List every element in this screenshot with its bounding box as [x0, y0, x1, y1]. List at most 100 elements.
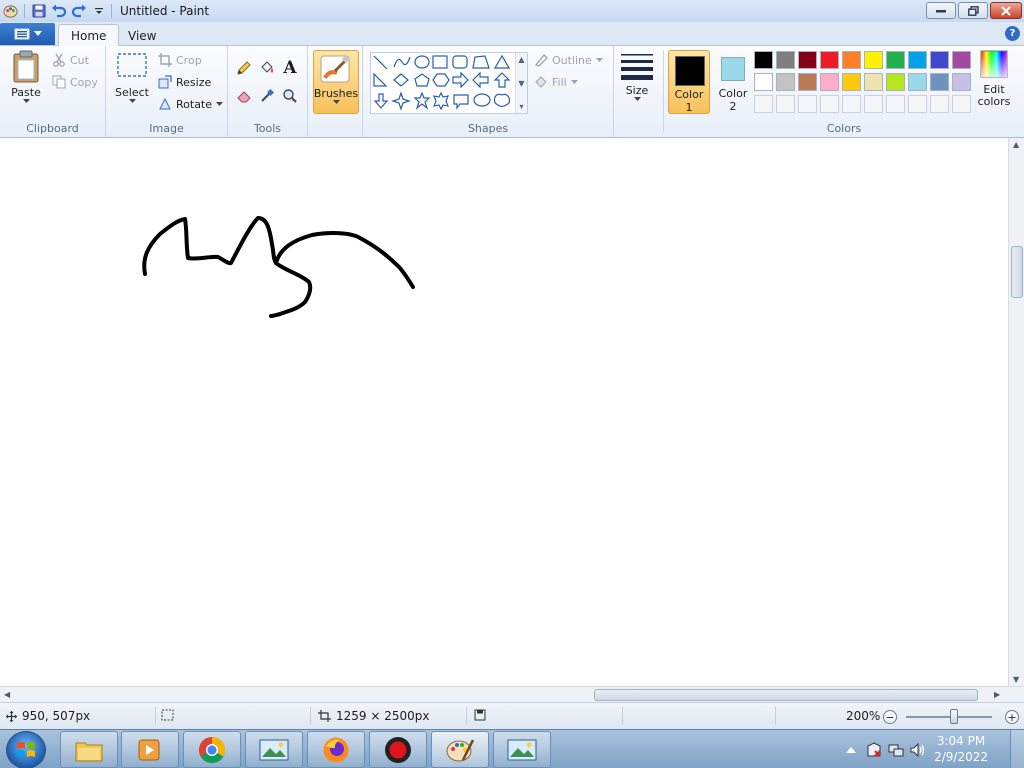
scroll-right-icon[interactable]: ▶	[994, 690, 1000, 699]
menu-icon	[14, 28, 29, 40]
freehand-stroke	[274, 231, 415, 289]
tab-home[interactable]: Home	[58, 24, 120, 47]
brush-icon	[320, 54, 351, 83]
divider	[111, 4, 112, 18]
photo-icon	[259, 739, 289, 760]
windows-logo-icon	[17, 742, 35, 757]
chevron-down-icon	[332, 100, 340, 104]
scroll-down-icon[interactable]: ▼	[1013, 675, 1019, 684]
colors-group-label: Colors	[826, 122, 862, 135]
cut-label: Cut	[70, 53, 89, 67]
shapes-gallery-scrollbar[interactable]: ▲ ▼ ▾	[515, 53, 527, 113]
select-label: Select	[115, 86, 149, 99]
folder-icon	[75, 742, 103, 761]
tools-group: A Tools	[228, 46, 308, 138]
rotate-button[interactable]: Rotate	[158, 94, 224, 114]
vertical-scrollbar[interactable]: ▲ ▼	[1008, 138, 1024, 686]
save-icon[interactable]	[29, 1, 49, 21]
vertical-scroll-thumb[interactable]	[1011, 246, 1023, 298]
crop-label: Crop	[176, 53, 202, 67]
clock-date: 2/9/2022	[934, 750, 988, 764]
fill-button[interactable]: Fill	[534, 72, 578, 92]
fill-tool[interactable]	[256, 58, 278, 78]
cursor-position-value: 950, 507px	[22, 709, 91, 723]
divider	[310, 707, 311, 725]
drawing-canvas[interactable]	[0, 138, 1008, 686]
size-button[interactable]: Size	[616, 50, 658, 102]
color-picker-tool[interactable]	[256, 86, 278, 106]
clock[interactable]: 3:04 PM 2/9/2022	[934, 733, 988, 765]
redo-icon[interactable]	[69, 1, 89, 21]
paint-menu-button[interactable]	[0, 23, 55, 45]
divider	[622, 707, 623, 725]
magnifier-tool[interactable]	[279, 86, 301, 106]
taskbar-photo-viewer-2[interactable]	[493, 731, 551, 768]
taskbar-firefox[interactable]	[307, 731, 365, 768]
system-tray: 3:04 PM 2/9/2022	[834, 730, 1024, 768]
text-tool[interactable]: A	[279, 58, 301, 78]
media-player-icon	[138, 739, 160, 760]
zoom-out-button[interactable]: −	[883, 710, 897, 724]
window-title: Untitled - Paint	[120, 4, 210, 18]
chrome-icon	[198, 736, 226, 763]
crosshair-icon	[6, 710, 17, 722]
scroll-left-icon[interactable]: ◀	[4, 690, 10, 699]
selection-size	[161, 709, 174, 721]
restore-button[interactable]	[958, 2, 988, 19]
selection-icon	[161, 709, 174, 721]
volume-icon[interactable]	[910, 742, 926, 758]
zoom-in-button[interactable]: +	[1005, 710, 1019, 724]
zoom-level: 200%	[846, 709, 881, 723]
horizontal-scroll-thumb[interactable]	[594, 689, 978, 701]
colors-group: Colors	[664, 46, 1024, 138]
record-icon	[385, 736, 411, 763]
window-controls	[926, 2, 1022, 19]
scroll-down-icon[interactable]: ▼	[518, 79, 524, 88]
zoom-slider-thumb[interactable]	[950, 709, 959, 724]
undo-icon[interactable]	[49, 1, 69, 21]
customize-quick-access-icon[interactable]	[89, 1, 109, 21]
eraser-tool[interactable]	[233, 86, 255, 106]
help-icon[interactable]: ?	[1005, 26, 1020, 41]
copy-button[interactable]: Copy	[52, 72, 98, 92]
show-hidden-icons-icon[interactable]	[846, 746, 856, 754]
app-icon[interactable]	[0, 1, 20, 21]
select-button[interactable]: Select	[112, 50, 152, 104]
line-size-icon	[621, 54, 653, 80]
start-button[interactable]	[6, 731, 46, 768]
taskbar-chrome[interactable]	[183, 731, 241, 768]
horizontal-scrollbar[interactable]: ◀ ▶	[0, 686, 1024, 702]
brushes-button[interactable]: Brushes	[313, 50, 359, 114]
resize-button[interactable]: Resize	[158, 72, 211, 92]
firefox-icon	[323, 737, 349, 762]
show-desktop-button[interactable]	[1010, 730, 1024, 768]
rotate-icon	[159, 97, 171, 110]
pencil-icon	[237, 61, 251, 75]
close-button[interactable]	[990, 2, 1022, 19]
taskbar-explorer[interactable]	[60, 731, 118, 768]
tab-view[interactable]: View	[116, 24, 168, 47]
paste-button[interactable]: Paste	[6, 50, 46, 104]
photo-icon	[507, 739, 537, 760]
taskbar-media-player[interactable]	[121, 731, 179, 768]
network-icon[interactable]	[888, 742, 904, 758]
scroll-up-icon[interactable]: ▲	[518, 55, 524, 64]
taskbar-recorder[interactable]	[369, 731, 427, 768]
shapes-gallery-icons	[373, 54, 511, 111]
crop-button[interactable]: Crop	[158, 50, 202, 70]
expand-gallery-icon[interactable]: ▾	[519, 102, 523, 111]
action-center-icon[interactable]	[866, 742, 882, 758]
taskbar-paint[interactable]	[431, 731, 489, 768]
scroll-up-icon[interactable]: ▲	[1013, 140, 1019, 149]
zoom-slider-track[interactable]	[906, 716, 992, 718]
close-icon	[1001, 5, 1011, 16]
minimize-button[interactable]	[926, 2, 956, 19]
cut-button[interactable]: Cut	[52, 50, 89, 70]
pencil-tool[interactable]	[233, 58, 255, 78]
outline-button[interactable]: Outline	[534, 50, 603, 70]
taskbar-photo-viewer[interactable]	[245, 731, 303, 768]
clock-time: 3:04 PM	[936, 734, 986, 748]
text-icon: A	[283, 58, 297, 78]
select-icon	[117, 53, 147, 77]
chevron-down-icon	[570, 79, 578, 84]
